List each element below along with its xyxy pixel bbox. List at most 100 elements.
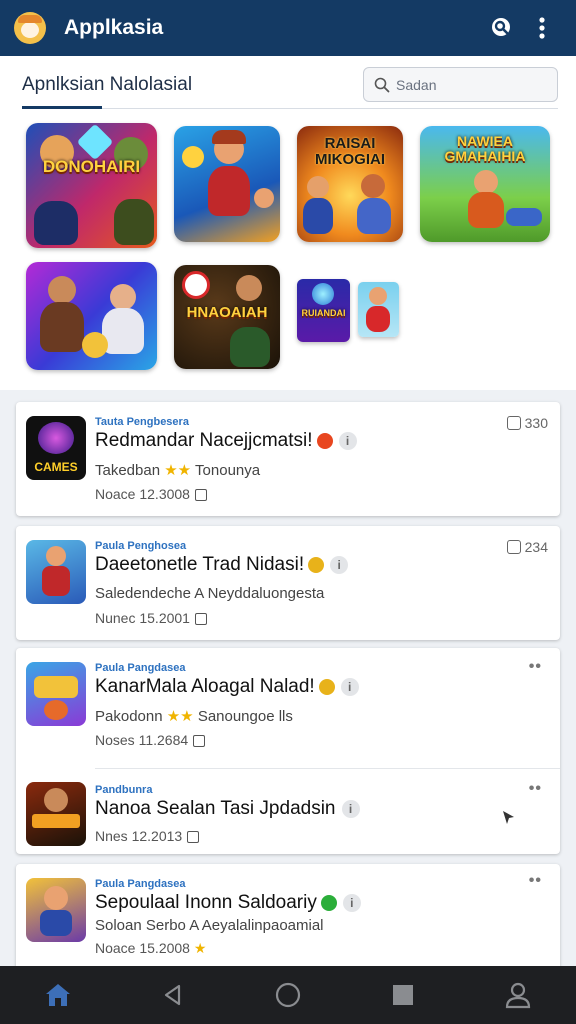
- app-bar: Applkasia: [0, 0, 576, 56]
- tile-caption: RUIANDAI: [301, 308, 346, 318]
- row-title-text: KanarMala Aloagal Nalad!: [95, 676, 315, 697]
- row-category: Paula Pangdasea: [95, 878, 186, 890]
- status-dot-icon: [318, 678, 335, 695]
- coin-shape: [182, 146, 204, 168]
- tile-caption: RAISAI MIKOGIAI: [315, 135, 385, 168]
- game-tile[interactable]: [174, 126, 280, 242]
- more-options-icon[interactable]: ••: [529, 872, 542, 890]
- list-item[interactable]: Paula Penghosea Daeetonetle Trad Nidasi!…: [16, 526, 560, 636]
- rating-stars: ★★: [166, 708, 194, 725]
- info-icon[interactable]: i: [330, 555, 349, 574]
- copy-icon[interactable]: [187, 831, 200, 844]
- row-subtitle: Pakodonn ★★ Sanoungoe lls: [95, 707, 293, 725]
- character-body: [357, 198, 391, 234]
- circle-home-icon[interactable]: [263, 970, 313, 1020]
- search-placeholder: Sadan: [396, 76, 437, 93]
- info-icon[interactable]: i: [342, 893, 361, 912]
- game-tile[interactable]: HNAOAIAH: [174, 265, 280, 369]
- character-figure: [307, 176, 329, 198]
- character-figure: [369, 287, 387, 305]
- help-search-icon[interactable]: [482, 8, 522, 48]
- row-title: Redmandar Nacejjcmatsi! i: [95, 430, 357, 452]
- row-date: Noses 11.2684: [95, 732, 206, 748]
- subtitle-prefix: Pakodonn: [95, 708, 163, 725]
- app-title: Applkasia: [64, 16, 164, 39]
- checkbox-icon[interactable]: [506, 540, 521, 554]
- game-tile[interactable]: NAWIEA GMAHAIHIA: [420, 126, 550, 242]
- row-title-text: Sepoulaal Inonn Saldoariy: [95, 892, 317, 913]
- row-category: Paula Pangdasea: [95, 662, 186, 674]
- character-body: [208, 166, 250, 216]
- copy-icon[interactable]: [194, 613, 207, 626]
- profile-icon[interactable]: [493, 970, 543, 1020]
- list-card: Paula Penghosea Daeetonetle Trad Nidasi!…: [16, 526, 560, 640]
- app-thumbnail: [26, 878, 86, 942]
- shield-shape: [82, 332, 108, 358]
- search-input[interactable]: Sadan: [363, 67, 558, 102]
- row-category: Paula Penghosea: [95, 540, 187, 552]
- more-options-icon[interactable]: ••: [529, 780, 542, 798]
- status-dot-icon: [320, 894, 337, 911]
- row-title-text: Redmandar Nacejjcmatsi!: [95, 430, 313, 451]
- game-tile[interactable]: [26, 262, 157, 370]
- tile-caption: DONOHAIRI: [42, 157, 141, 176]
- section-title: Apnlksian Nalolasial: [22, 74, 193, 95]
- status-dot-icon: [316, 432, 333, 449]
- row-subtitle: Takedban ★★ Tonounya: [95, 461, 260, 479]
- rating-stars: ★★: [164, 462, 192, 479]
- tile-caption: NAWIEA GMAHAIHIA: [444, 133, 526, 164]
- recents-icon[interactable]: [378, 970, 428, 1020]
- list-item[interactable]: CAMES Tauta Pengbesera Redmandar Nacejjc…: [16, 402, 560, 512]
- row-category: Tauta Pengbesera: [95, 416, 189, 428]
- info-icon[interactable]: i: [338, 431, 357, 450]
- info-icon[interactable]: i: [341, 799, 360, 818]
- app-thumbnail: [26, 662, 86, 726]
- character-figure: [182, 271, 210, 299]
- list-item[interactable]: Pandbunra Nanoa Sealan Tasi Jpdadsin i Nn…: [16, 768, 560, 854]
- game-tile[interactable]: DONOHAIRI: [26, 123, 157, 248]
- game-tile[interactable]: RUIANDAI: [297, 279, 350, 342]
- game-tile[interactable]: [358, 282, 399, 337]
- row-date: Noace 12.3008: [95, 486, 207, 502]
- list-item[interactable]: Paula Pangdasea Sepoulaal Inonn Saldoari…: [16, 864, 560, 974]
- date-text: Nunec 15.2001: [95, 610, 190, 626]
- info-icon[interactable]: i: [340, 677, 359, 696]
- date-text: Nnes 12.2013: [95, 828, 183, 844]
- date-text: Noace 12.3008: [95, 486, 190, 502]
- character-body: [230, 327, 270, 367]
- gem-shape: [76, 123, 114, 161]
- list-card: CAMES Tauta Pengbesera Redmandar Nacejjc…: [16, 402, 560, 516]
- copy-icon[interactable]: [193, 735, 206, 748]
- back-icon[interactable]: [148, 970, 198, 1020]
- search-icon: [374, 77, 390, 92]
- row-title: Sepoulaal Inonn Saldoariy i: [95, 892, 361, 914]
- character-figure: [254, 188, 274, 208]
- count-text: 330: [524, 415, 548, 431]
- character-figure: [236, 275, 262, 301]
- row-title: Daeetonetle Trad Nidasi! i: [95, 554, 349, 576]
- more-options-icon[interactable]: ••: [529, 658, 542, 676]
- row-subtitle: Soloan Serbo A Aeyalalinpaoamial: [95, 917, 324, 934]
- list-item[interactable]: Paula Pangdasea KanarMala Aloagal Nalad!…: [16, 648, 560, 758]
- date-text: Noses 11.2684: [95, 732, 189, 748]
- game-tile[interactable]: RAISAI MIKOGIAI: [297, 126, 403, 242]
- row-title-text: Daeetonetle Trad Nidasi!: [95, 554, 305, 575]
- character-body: [303, 198, 333, 234]
- row-date: Nnes 12.2013: [95, 828, 200, 844]
- checkbox-icon[interactable]: [506, 416, 521, 430]
- hair-shape: [212, 130, 246, 144]
- character-body: [34, 201, 78, 245]
- home-icon[interactable]: [33, 970, 83, 1020]
- more-vert-icon[interactable]: [522, 8, 562, 48]
- subtitle-prefix: Soloan Serbo A Aeyalalinpaoamial: [95, 917, 324, 934]
- cursor-icon: [503, 811, 514, 824]
- app-thumbnail: [26, 540, 86, 604]
- subtitle-suffix: Sanoungoe lls: [197, 708, 293, 725]
- divider: [22, 108, 558, 109]
- row-title-text: Nanoa Sealan Tasi Jpdadsin: [95, 798, 336, 819]
- star-icon: ★: [189, 940, 207, 956]
- tile-caption: HNAOAIAH: [186, 304, 268, 321]
- copy-icon[interactable]: [194, 489, 207, 502]
- cannon-shape: [506, 208, 542, 226]
- row-count: 234: [506, 539, 548, 555]
